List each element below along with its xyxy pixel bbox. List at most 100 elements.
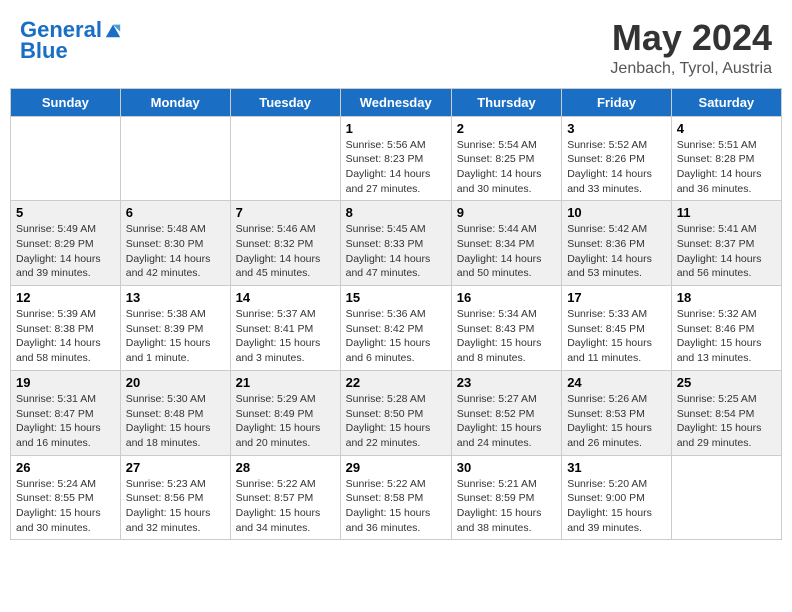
day-number: 2 xyxy=(457,121,556,136)
day-info: Sunrise: 5:27 AMSunset: 8:52 PMDaylight:… xyxy=(457,392,556,451)
day-info: Sunrise: 5:25 AMSunset: 8:54 PMDaylight:… xyxy=(677,392,776,451)
day-info: Sunrise: 5:39 AMSunset: 8:38 PMDaylight:… xyxy=(16,307,115,366)
calendar-cell: 1 Sunrise: 5:56 AMSunset: 8:23 PMDayligh… xyxy=(340,116,451,201)
calendar-cell: 2 Sunrise: 5:54 AMSunset: 8:25 PMDayligh… xyxy=(451,116,561,201)
day-info: Sunrise: 5:30 AMSunset: 8:48 PMDaylight:… xyxy=(126,392,225,451)
day-number: 8 xyxy=(346,205,446,220)
day-info: Sunrise: 5:56 AMSunset: 8:23 PMDaylight:… xyxy=(346,138,446,197)
calendar-cell: 13 Sunrise: 5:38 AMSunset: 8:39 PMDaylig… xyxy=(120,286,230,371)
day-info: Sunrise: 5:44 AMSunset: 8:34 PMDaylight:… xyxy=(457,222,556,281)
calendar-cell: 31 Sunrise: 5:20 AMSunset: 9:00 PMDaylig… xyxy=(562,455,672,540)
day-number: 23 xyxy=(457,375,556,390)
day-info: Sunrise: 5:42 AMSunset: 8:36 PMDaylight:… xyxy=(567,222,666,281)
day-number: 16 xyxy=(457,290,556,305)
day-number: 4 xyxy=(677,121,776,136)
day-info: Sunrise: 5:31 AMSunset: 8:47 PMDaylight:… xyxy=(16,392,115,451)
calendar-week-1: 1 Sunrise: 5:56 AMSunset: 8:23 PMDayligh… xyxy=(11,116,782,201)
day-info: Sunrise: 5:51 AMSunset: 8:28 PMDaylight:… xyxy=(677,138,776,197)
calendar-cell: 9 Sunrise: 5:44 AMSunset: 8:34 PMDayligh… xyxy=(451,201,561,286)
calendar-cell: 14 Sunrise: 5:37 AMSunset: 8:41 PMDaylig… xyxy=(230,286,340,371)
day-number: 7 xyxy=(236,205,335,220)
calendar-cell: 22 Sunrise: 5:28 AMSunset: 8:50 PMDaylig… xyxy=(340,370,451,455)
col-sunday: Sunday xyxy=(11,88,121,116)
location-title: Jenbach, Tyrol, Austria xyxy=(610,60,772,78)
day-number: 30 xyxy=(457,460,556,475)
day-info: Sunrise: 5:22 AMSunset: 8:58 PMDaylight:… xyxy=(346,477,446,536)
day-number: 31 xyxy=(567,460,666,475)
col-friday: Friday xyxy=(562,88,672,116)
day-number: 29 xyxy=(346,460,446,475)
day-number: 20 xyxy=(126,375,225,390)
col-tuesday: Tuesday xyxy=(230,88,340,116)
day-number: 27 xyxy=(126,460,225,475)
calendar-week-3: 12 Sunrise: 5:39 AMSunset: 8:38 PMDaylig… xyxy=(11,286,782,371)
day-number: 24 xyxy=(567,375,666,390)
page-header: General Blue May 2024 Jenbach, Tyrol, Au… xyxy=(10,10,782,82)
col-monday: Monday xyxy=(120,88,230,116)
day-number: 13 xyxy=(126,290,225,305)
day-info: Sunrise: 5:37 AMSunset: 8:41 PMDaylight:… xyxy=(236,307,335,366)
day-number: 15 xyxy=(346,290,446,305)
col-wednesday: Wednesday xyxy=(340,88,451,116)
calendar-week-5: 26 Sunrise: 5:24 AMSunset: 8:55 PMDaylig… xyxy=(11,455,782,540)
day-info: Sunrise: 5:54 AMSunset: 8:25 PMDaylight:… xyxy=(457,138,556,197)
calendar-cell: 15 Sunrise: 5:36 AMSunset: 8:42 PMDaylig… xyxy=(340,286,451,371)
calendar-cell: 28 Sunrise: 5:22 AMSunset: 8:57 PMDaylig… xyxy=(230,455,340,540)
day-number: 14 xyxy=(236,290,335,305)
calendar-cell: 6 Sunrise: 5:48 AMSunset: 8:30 PMDayligh… xyxy=(120,201,230,286)
day-info: Sunrise: 5:48 AMSunset: 8:30 PMDaylight:… xyxy=(126,222,225,281)
calendar-cell: 16 Sunrise: 5:34 AMSunset: 8:43 PMDaylig… xyxy=(451,286,561,371)
calendar-cell xyxy=(671,455,781,540)
day-number: 9 xyxy=(457,205,556,220)
calendar-cell: 19 Sunrise: 5:31 AMSunset: 8:47 PMDaylig… xyxy=(11,370,121,455)
day-info: Sunrise: 5:32 AMSunset: 8:46 PMDaylight:… xyxy=(677,307,776,366)
day-info: Sunrise: 5:34 AMSunset: 8:43 PMDaylight:… xyxy=(457,307,556,366)
day-info: Sunrise: 5:22 AMSunset: 8:57 PMDaylight:… xyxy=(236,477,335,536)
title-block: May 2024 Jenbach, Tyrol, Austria xyxy=(610,18,772,78)
day-number: 5 xyxy=(16,205,115,220)
day-info: Sunrise: 5:36 AMSunset: 8:42 PMDaylight:… xyxy=(346,307,446,366)
calendar-cell: 25 Sunrise: 5:25 AMSunset: 8:54 PMDaylig… xyxy=(671,370,781,455)
logo: General Blue xyxy=(20,18,122,64)
logo-icon xyxy=(104,21,122,39)
calendar-table: Sunday Monday Tuesday Wednesday Thursday… xyxy=(10,88,782,541)
day-number: 17 xyxy=(567,290,666,305)
calendar-cell: 7 Sunrise: 5:46 AMSunset: 8:32 PMDayligh… xyxy=(230,201,340,286)
calendar-cell: 21 Sunrise: 5:29 AMSunset: 8:49 PMDaylig… xyxy=(230,370,340,455)
day-number: 21 xyxy=(236,375,335,390)
day-number: 28 xyxy=(236,460,335,475)
calendar-cell: 11 Sunrise: 5:41 AMSunset: 8:37 PMDaylig… xyxy=(671,201,781,286)
calendar-cell: 30 Sunrise: 5:21 AMSunset: 8:59 PMDaylig… xyxy=(451,455,561,540)
calendar-cell: 26 Sunrise: 5:24 AMSunset: 8:55 PMDaylig… xyxy=(11,455,121,540)
calendar-cell: 17 Sunrise: 5:33 AMSunset: 8:45 PMDaylig… xyxy=(562,286,672,371)
day-info: Sunrise: 5:46 AMSunset: 8:32 PMDaylight:… xyxy=(236,222,335,281)
calendar-cell: 20 Sunrise: 5:30 AMSunset: 8:48 PMDaylig… xyxy=(120,370,230,455)
day-info: Sunrise: 5:38 AMSunset: 8:39 PMDaylight:… xyxy=(126,307,225,366)
day-number: 19 xyxy=(16,375,115,390)
col-thursday: Thursday xyxy=(451,88,561,116)
calendar-cell xyxy=(120,116,230,201)
calendar-cell xyxy=(230,116,340,201)
day-info: Sunrise: 5:23 AMSunset: 8:56 PMDaylight:… xyxy=(126,477,225,536)
day-number: 10 xyxy=(567,205,666,220)
day-number: 3 xyxy=(567,121,666,136)
day-info: Sunrise: 5:49 AMSunset: 8:29 PMDaylight:… xyxy=(16,222,115,281)
day-info: Sunrise: 5:33 AMSunset: 8:45 PMDaylight:… xyxy=(567,307,666,366)
day-number: 11 xyxy=(677,205,776,220)
day-info: Sunrise: 5:24 AMSunset: 8:55 PMDaylight:… xyxy=(16,477,115,536)
calendar-cell: 10 Sunrise: 5:42 AMSunset: 8:36 PMDaylig… xyxy=(562,201,672,286)
day-info: Sunrise: 5:29 AMSunset: 8:49 PMDaylight:… xyxy=(236,392,335,451)
day-info: Sunrise: 5:21 AMSunset: 8:59 PMDaylight:… xyxy=(457,477,556,536)
calendar-cell: 18 Sunrise: 5:32 AMSunset: 8:46 PMDaylig… xyxy=(671,286,781,371)
day-number: 12 xyxy=(16,290,115,305)
calendar-cell: 4 Sunrise: 5:51 AMSunset: 8:28 PMDayligh… xyxy=(671,116,781,201)
calendar-week-4: 19 Sunrise: 5:31 AMSunset: 8:47 PMDaylig… xyxy=(11,370,782,455)
calendar-cell: 29 Sunrise: 5:22 AMSunset: 8:58 PMDaylig… xyxy=(340,455,451,540)
month-title: May 2024 xyxy=(610,18,772,58)
calendar-cell: 23 Sunrise: 5:27 AMSunset: 8:52 PMDaylig… xyxy=(451,370,561,455)
calendar-cell: 5 Sunrise: 5:49 AMSunset: 8:29 PMDayligh… xyxy=(11,201,121,286)
day-number: 22 xyxy=(346,375,446,390)
day-info: Sunrise: 5:20 AMSunset: 9:00 PMDaylight:… xyxy=(567,477,666,536)
calendar-cell: 24 Sunrise: 5:26 AMSunset: 8:53 PMDaylig… xyxy=(562,370,672,455)
calendar-cell: 27 Sunrise: 5:23 AMSunset: 8:56 PMDaylig… xyxy=(120,455,230,540)
